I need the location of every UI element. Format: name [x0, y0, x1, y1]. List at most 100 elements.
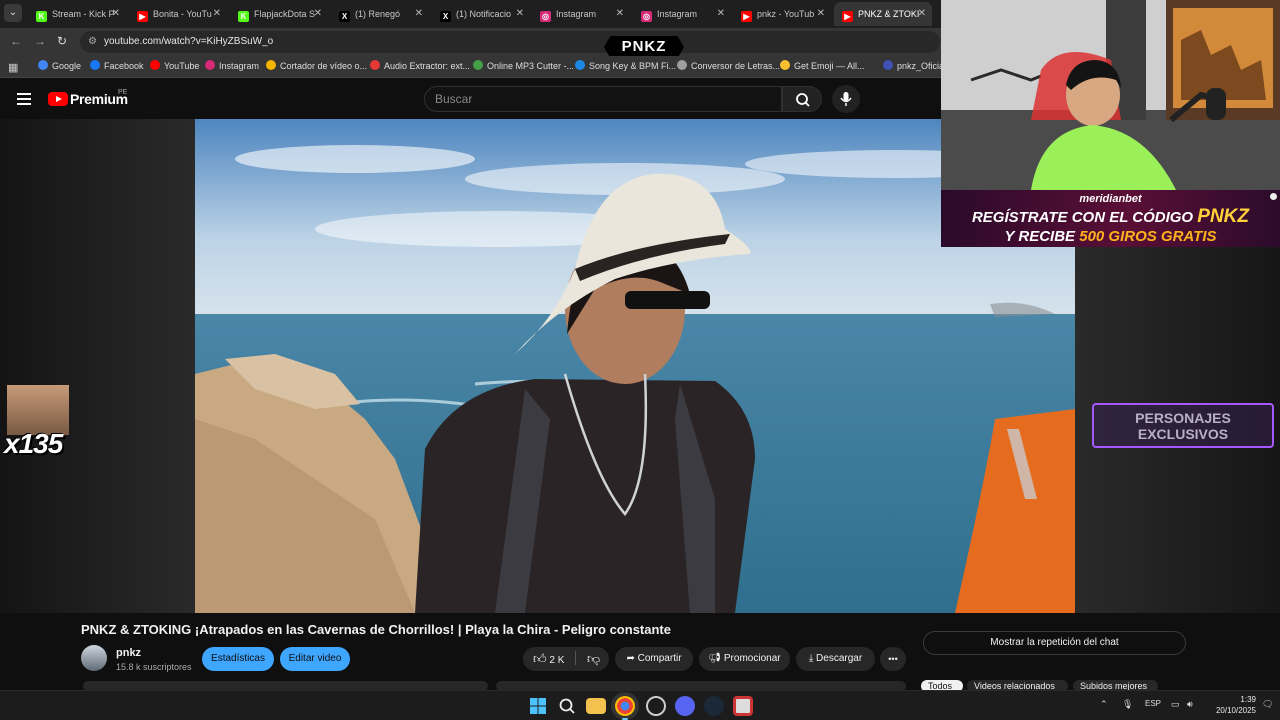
like-count: 2 K — [549, 655, 565, 666]
sponsor-banner[interactable]: meridianbet REGÍSTRATE CON EL CÓDIGO PNK… — [941, 190, 1280, 247]
channel-name[interactable]: pnkz — [116, 647, 141, 659]
bookmark-favicon-icon — [370, 60, 380, 70]
tab-close-icon[interactable]: ✕ — [817, 2, 825, 26]
browser-tab[interactable]: X (1) Notificacio ✕ — [432, 2, 530, 26]
notifications-icon[interactable]: 🗨︎ — [1262, 699, 1273, 710]
voice-search-button[interactable] — [832, 85, 860, 113]
bookmark-favicon-icon — [38, 60, 48, 70]
apps-grid-icon[interactable]: ▦ — [8, 61, 18, 74]
chrome-icon[interactable] — [615, 696, 635, 716]
bookmark-item[interactable]: Conversor de Letras... — [677, 60, 780, 71]
bookmark-item[interactable]: Audio Extractor: ext... — [370, 60, 470, 71]
like-button[interactable]: 👍︎ 2 K — [533, 651, 565, 666]
tab-label: Stream - Kick P — [52, 9, 115, 19]
share-button[interactable]: ➦ Compartir — [615, 647, 693, 671]
bookmark-item[interactable]: Google — [38, 60, 81, 71]
bookmark-favicon-icon — [780, 60, 790, 70]
bookmark-item[interactable]: YouTube — [150, 60, 199, 71]
tab-label: pnkz - YouTub — [757, 9, 815, 19]
tab-close-icon[interactable]: ✕ — [918, 2, 926, 26]
tray-microphone-icon[interactable]: 🎙︎ — [1122, 699, 1133, 710]
bookmark-favicon-icon — [473, 60, 483, 70]
youtube-play-icon — [48, 92, 68, 106]
tab-close-icon[interactable]: ✕ — [415, 2, 423, 26]
more-actions-button[interactable]: ••• — [880, 647, 906, 671]
bookmark-item[interactable]: pnkz_Oficial — [883, 60, 946, 71]
search-input[interactable]: Buscar — [424, 86, 782, 112]
browser-tab[interactable]: ◎ Instagram ✕ — [633, 2, 731, 26]
bookmark-item[interactable]: Song Key & BPM Fi... — [575, 60, 676, 71]
tab-favicon-icon: ▶ — [137, 11, 148, 22]
microphone-icon — [840, 92, 852, 106]
dislike-button[interactable]: 👎︎ — [587, 651, 600, 666]
browser-tab[interactable]: ◎ Instagram ✕ — [532, 2, 630, 26]
discord-icon[interactable] — [675, 696, 695, 716]
bookmark-label: Instagram — [219, 61, 260, 71]
volume-icon[interactable]: 🔊︎ — [1187, 699, 1193, 710]
tab-favicon-icon: X — [440, 11, 451, 22]
browser-tab[interactable]: X (1) Renegó ✕ — [331, 2, 429, 26]
tab-search-chevron-icon[interactable]: ⌄ — [4, 4, 22, 22]
obs-icon[interactable] — [646, 696, 666, 716]
steam-icon[interactable] — [704, 696, 724, 716]
browser-tab[interactable]: ▶ PNKZ & ZTOKI ✕ — [834, 2, 932, 26]
system-clock[interactable]: 1:39 20/10/2025 — [1204, 694, 1256, 716]
browser-tab[interactable]: K Stream - Kick P ✕ — [28, 2, 126, 26]
video-backdrop-left — [0, 119, 195, 613]
like-divider — [575, 651, 577, 665]
menu-icon[interactable] — [17, 93, 31, 105]
bookmark-favicon-icon — [575, 60, 585, 70]
bookmark-item[interactable]: Facebook — [90, 60, 144, 71]
banner-close-icon[interactable] — [1270, 193, 1277, 200]
webcam-image — [941, 0, 1280, 190]
tab-favicon-icon: K — [36, 11, 47, 22]
tab-close-icon[interactable]: ✕ — [314, 2, 322, 26]
network-icon[interactable]: ▭ — [1171, 699, 1180, 710]
tab-close-icon[interactable]: ✕ — [213, 2, 221, 26]
clock-date: 20/10/2025 — [1215, 706, 1256, 715]
bookmark-item[interactable]: Get Emoji — All... — [780, 60, 865, 71]
tab-label: (1) Notificacio — [456, 9, 512, 19]
forward-arrow-icon[interactable]: → — [34, 34, 46, 48]
tab-close-icon[interactable]: ✕ — [717, 2, 725, 26]
address-bar[interactable]: ⚙ youtube.com/watch?v=KiHyZBSuW_o — [80, 31, 940, 53]
back-arrow-icon[interactable]: ← — [10, 34, 22, 48]
browser-tab[interactable]: K FlapjackDota S ✕ — [230, 2, 328, 26]
download-button[interactable]: ⤓ Descargar — [796, 647, 875, 671]
browser-tab[interactable]: ▶ pnkz - YouTub ✕ — [733, 2, 831, 26]
file-explorer-icon[interactable] — [586, 698, 606, 714]
stats-button[interactable]: Estadísticas — [202, 647, 274, 671]
banner-text-2: Y RECIBE — [1004, 228, 1076, 245]
youtube-premium-logo[interactable]: Premium — [48, 91, 128, 109]
site-settings-icon[interactable]: ⚙ — [88, 31, 97, 53]
tab-favicon-icon: ▶ — [842, 11, 853, 22]
bookmark-label: Audio Extractor: ext... — [384, 61, 471, 71]
tab-label: Instagram — [657, 9, 698, 19]
tray-chevron-icon[interactable]: ⌃ — [1100, 699, 1108, 710]
bookmark-label: Facebook — [104, 61, 144, 71]
tab-favicon-icon: ▶ — [741, 11, 752, 22]
tab-close-icon[interactable]: ✕ — [516, 2, 524, 26]
chat-replay-button[interactable]: Mostrar la repetición del chat — [923, 631, 1186, 655]
taskbar-search-icon[interactable] — [557, 696, 577, 716]
bookmark-item[interactable]: Online MP3 Cutter -... — [473, 60, 574, 71]
tab-label: Instagram — [556, 9, 597, 19]
search-button[interactable] — [782, 86, 822, 112]
tab-close-icon[interactable]: ✕ — [112, 2, 120, 26]
bookmark-label: Conversor de Letras... — [691, 61, 781, 71]
promote-button[interactable]: 📢︎ Promocionar — [699, 647, 790, 671]
keyboard-language[interactable]: ESP — [1145, 699, 1161, 708]
edit-video-button[interactable]: Editar video — [280, 647, 350, 671]
tab-close-icon[interactable]: ✕ — [616, 2, 624, 26]
browser-tab[interactable]: ▶ Bonita - YouTu ✕ — [129, 2, 227, 26]
tab-label: (1) Renegó — [355, 9, 401, 19]
windows-start-icon[interactable] — [528, 696, 548, 716]
bookmark-item[interactable]: Instagram — [205, 60, 259, 71]
capture-app-icon[interactable] — [733, 696, 753, 716]
bookmark-item[interactable]: Cortador de vídeo o... — [266, 60, 367, 71]
bookmark-favicon-icon — [205, 60, 215, 70]
channel-avatar[interactable] — [81, 645, 107, 671]
region-code: PE — [118, 89, 128, 96]
screen: ⌄ K Stream - Kick P ✕ ▶ Bonita - YouTu ✕ K Flap… — [0, 0, 1280, 720]
reload-icon[interactable]: ↻ — [57, 34, 67, 48]
